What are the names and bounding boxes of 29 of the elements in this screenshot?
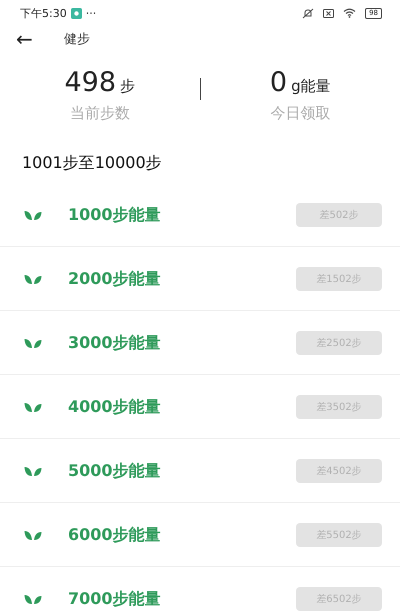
reward-title: 2000步能量 (68, 270, 162, 288)
page-title: 健步 (64, 31, 90, 48)
leaf-icon (24, 336, 42, 348)
stat-label: 今日领取 (270, 104, 330, 123)
stat-value: 498 (64, 67, 116, 98)
leaf-icon (24, 528, 42, 540)
stat-value: 0 (270, 67, 288, 98)
sim-icon (323, 8, 334, 18)
stat-unit: 步 (120, 77, 136, 96)
status-time: 下午5:30 (20, 6, 67, 20)
stat-unit: g能量 (291, 77, 331, 96)
leaf-icon (24, 272, 42, 284)
app-icon (70, 8, 82, 18)
reward-title: 4000步能量 (68, 398, 162, 416)
reward-title: 1000步能量 (68, 206, 162, 224)
bell-off-icon (302, 8, 314, 18)
reward-title: 5000步能量 (68, 462, 162, 480)
leaf-icon (24, 464, 42, 476)
back-button[interactable]: ← (16, 29, 38, 49)
reward-title: 6000步能量 (68, 526, 162, 544)
leaf-icon (24, 208, 42, 220)
section-title: 1001步至10000步 (21, 152, 163, 174)
leaf-icon (24, 592, 42, 604)
stat-label: 当前步数 (70, 104, 130, 123)
more-dots: ··· (86, 6, 96, 20)
wifi-icon (343, 8, 356, 18)
leaf-icon (24, 400, 42, 412)
reward-title: 7000步能量 (68, 590, 162, 608)
reward-title: 3000步能量 (68, 334, 162, 352)
